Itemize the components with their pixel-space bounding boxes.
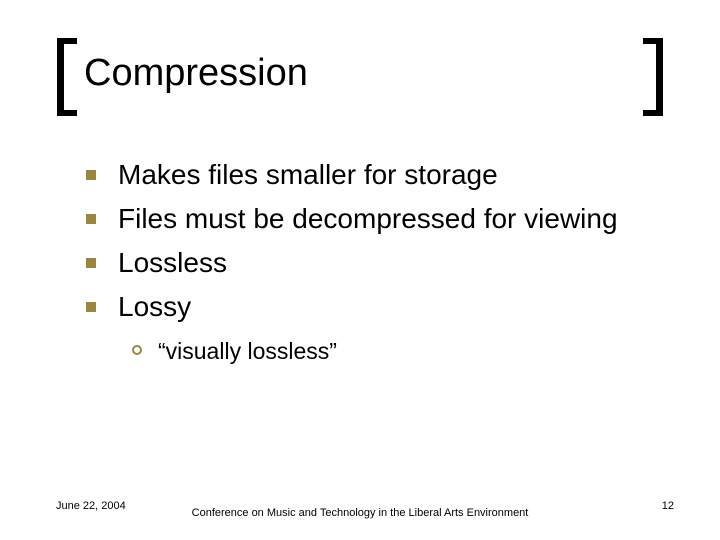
bracket-left-icon (56, 38, 76, 116)
list-item: Lossless (86, 244, 646, 282)
square-bullet-icon (86, 302, 96, 312)
square-bullet-icon (86, 214, 96, 224)
sublist: “visually lossless” (86, 336, 646, 366)
list-item: Makes files smaller for storage (86, 156, 646, 194)
list-item: Files must be decompressed for viewing (86, 200, 646, 238)
square-bullet-icon (86, 170, 96, 180)
title-area: Compression (56, 38, 664, 116)
slide-title: Compression (84, 52, 308, 95)
footer-page-number: 12 (662, 500, 674, 512)
slide: Compression Makes files smaller for stor… (0, 0, 720, 540)
sublist-item-text: “visually lossless” (158, 336, 337, 366)
sublist-item: “visually lossless” (132, 336, 646, 366)
list-item-text: Files must be decompressed for viewing (118, 200, 618, 238)
list-item: Lossy (86, 288, 646, 326)
slide-body: Makes files smaller for storage Files mu… (86, 156, 646, 366)
circle-bullet-icon (132, 345, 142, 355)
bracket-right-icon (644, 38, 664, 116)
square-bullet-icon (86, 258, 96, 268)
list-item-text: Lossy (118, 288, 191, 326)
list-item-text: Lossless (118, 244, 227, 282)
list-item-text: Makes files smaller for storage (118, 156, 498, 194)
footer-center: Conference on Music and Technology in th… (0, 506, 720, 520)
